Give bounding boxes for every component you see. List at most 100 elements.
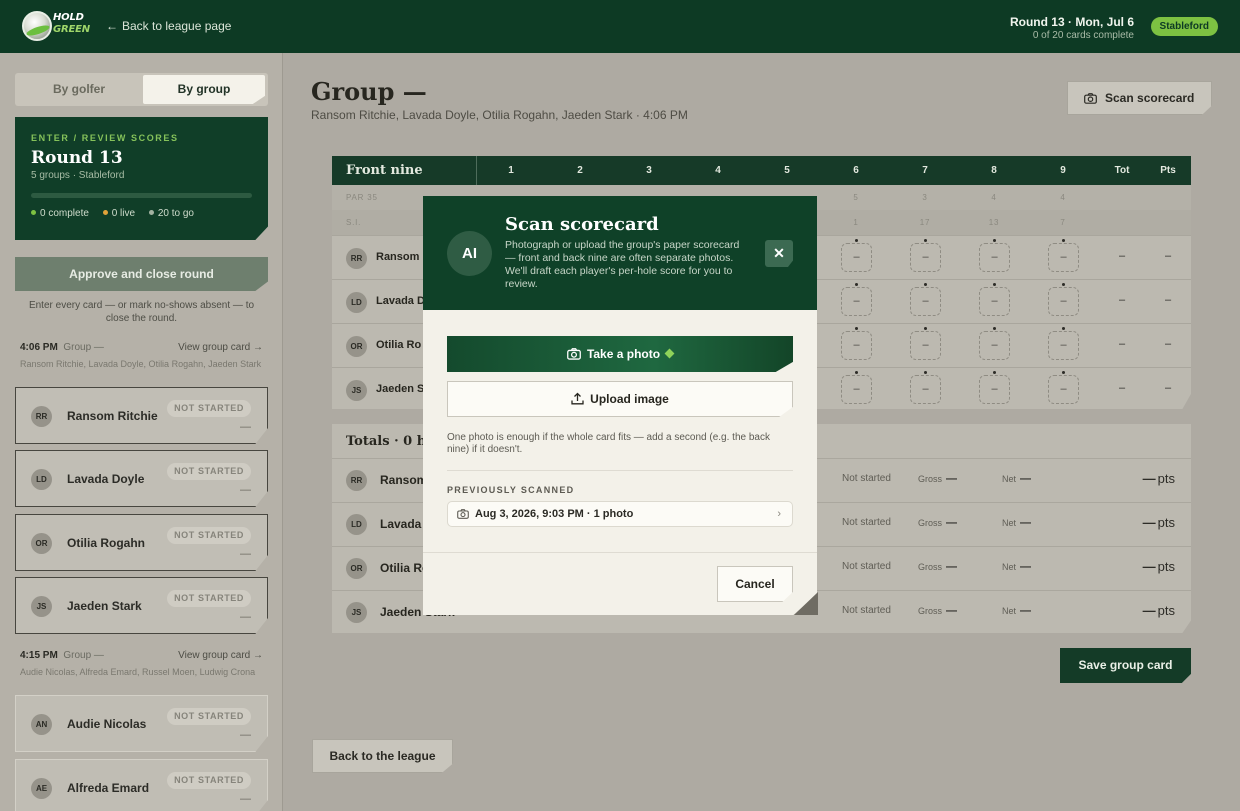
hole-score-input[interactable]: – [841,239,872,272]
net-value: Net — [1002,561,1031,573]
back-to-league-link[interactable]: ← Back to league page [106,19,231,33]
points-header: Pts [1160,165,1176,176]
view-group-card-link[interactable]: View group card → [178,342,263,353]
si-value: 1 [853,218,859,227]
avatar: OR [346,558,367,579]
hole-score-input[interactable]: – [1048,283,1079,316]
stat-live: 0 live [102,208,135,219]
stat-to-go-label: 20 to go [157,208,194,219]
par-value: 4 [991,193,997,202]
golfer-card[interactable]: LD Lavada Doyle NOT STARTED — [15,450,268,507]
avatar: JS [346,602,367,623]
group-header: 4:15 PM Group — View group card → [20,650,263,661]
player-name: Lavada D [376,295,425,307]
golfer-card[interactable]: JS Jaeden Stark NOT STARTED — [15,577,268,634]
back-link-label: Back to league page [122,19,232,33]
golfer-card[interactable]: RR Ransom Ritchie NOT STARTED — [15,387,268,444]
logo-wordmark: HOLD GREEN [53,12,90,36]
cancel-button[interactable]: Cancel [717,566,793,602]
view-group-card-link[interactable]: View group card → [178,650,263,661]
save-group-card-button[interactable]: Save group card [1060,648,1191,683]
previous-scan-item[interactable]: Aug 3, 2026, 9:03 PM · 1 photo › [447,501,793,527]
hole-score-input[interactable]: – [910,239,941,272]
hole-score-input[interactable]: – [910,327,941,360]
hole-score-input[interactable]: – [1048,371,1079,404]
player-name: Otilia Ro [380,561,430,575]
net-label: Net [1002,474,1017,484]
totals-title: Totals · 0 ho [346,434,435,449]
avatar: JS [346,380,367,401]
golfer-card[interactable]: OR Otilia Rogahn NOT STARTED — [15,514,268,571]
round-eyebrow: ENTER / REVIEW SCORES [31,133,179,143]
gross-label: Gross [918,606,943,616]
scan-scorecard-button[interactable]: Scan scorecard [1067,81,1212,115]
hole-score-input[interactable]: – [979,327,1010,360]
gross-dash: — [946,605,958,617]
top-bar: HOLD GREEN ← Back to league page Round 13… [0,0,1240,53]
status-badge: NOT STARTED [167,590,251,607]
gross-dash: — [946,561,958,573]
gross-label: Gross [918,518,943,528]
divider [447,470,793,471]
points-value: — pts [1143,471,1175,486]
hole-header: 8 [991,165,997,176]
net-dash: — [1020,605,1032,617]
avatar: RR [346,248,367,269]
row-total: – [1118,382,1126,394]
hole-score-input[interactable]: – [841,327,872,360]
chevron-right-icon: › [777,508,781,520]
previous-scan-label: Aug 3, 2026, 9:03 PM · 1 photo [475,508,634,520]
hole-score-input[interactable]: – [841,371,872,404]
group-label: Group — [63,342,104,353]
hole-score-input[interactable]: – [979,283,1010,316]
toggle-by-golfer[interactable]: By golfer [18,75,140,104]
si-label: S.I. [346,218,362,227]
close-button[interactable]: ✕ [765,240,793,267]
golfer-card[interactable]: AN Audie Nicolas NOT STARTED — [15,695,268,752]
row-total: – [1118,250,1126,262]
hole-header: 7 [922,165,928,176]
hole-score-input[interactable]: – [1048,239,1079,272]
par-value: 3 [922,193,928,202]
points-unit: pts [1157,559,1175,574]
par-label: PAR 35 [346,193,378,202]
golfer-name: Lavada Doyle [67,472,145,486]
player-name: Jaeden S [376,383,425,395]
hole-score-input[interactable]: – [979,371,1010,404]
approve-close-round-button[interactable]: Approve and close round [15,257,268,291]
modal-description: Photograph or upload the group's paper s… [505,239,740,290]
row-points: – [1164,338,1172,350]
hole-header: 3 [646,165,652,176]
round-stats: 0 complete 0 live 20 to go [31,208,252,219]
row-points: – [1164,382,1172,394]
hold-the-green-logo[interactable]: HOLD GREEN [22,11,90,41]
stat-complete: 0 complete [31,208,89,219]
net-dash: — [1020,561,1032,573]
hole-score-input[interactable]: – [979,239,1010,272]
header-divider [476,156,477,185]
ai-badge: AI [447,231,492,276]
hole-header: 9 [1060,165,1066,176]
sidebar: By golfer By group ENTER / REVIEW SCORES… [0,53,283,811]
logo-line-2: GREEN [53,24,90,35]
points-value: — pts [1143,603,1175,618]
avatar: LD [346,514,367,535]
camera-icon [1084,93,1097,104]
stat-complete-label: 0 complete [40,208,89,219]
complete-dot-icon [31,210,36,215]
upload-image-button[interactable]: Upload image [447,381,793,417]
hole-score-input[interactable]: – [910,283,941,316]
hole-score-input[interactable]: – [910,371,941,404]
golfer-name: Alfreda Emard [67,781,150,795]
avatar: RR [346,470,367,491]
back-to-league-button[interactable]: Back to the league [312,739,453,773]
take-photo-button[interactable]: Take a photo [447,336,793,372]
hole-score-input[interactable]: – [841,283,872,316]
golfer-card[interactable]: AE Alfreda Emard NOT STARTED — [15,759,268,811]
live-dot-icon [102,210,108,215]
golfer-name: Ransom Ritchie [67,409,158,423]
toggle-by-group[interactable]: By group [143,75,265,104]
hole-score-input[interactable]: – [1048,327,1079,360]
gross-label: Gross [918,474,943,484]
page-subtitle: Ransom Ritchie, Lavada Doyle, Otilia Rog… [311,108,688,122]
